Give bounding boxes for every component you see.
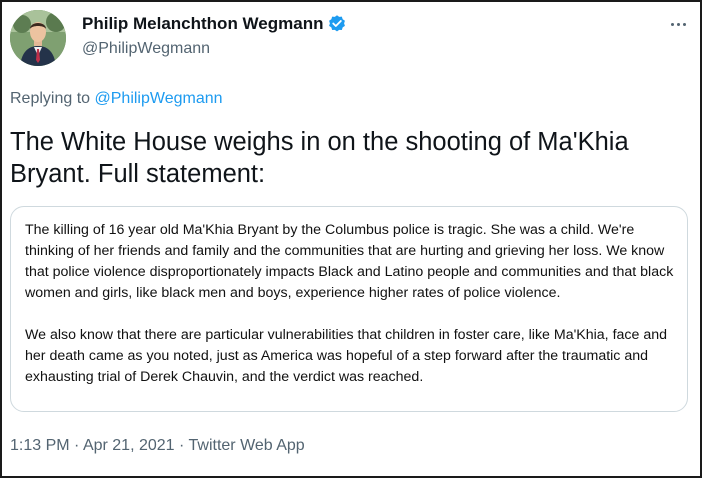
more-dot-icon	[670, 22, 674, 26]
tweet-metadata: 1:13 PM · Apr 21, 2021 · Twitter Web App	[10, 437, 305, 455]
statement-text: The killing of 16 year old Ma'Khia Bryan…	[25, 220, 675, 388]
tweet-text: The White House weighs in on the shootin…	[10, 128, 629, 188]
statement-image[interactable]: The killing of 16 year old Ma'Khia Bryan…	[10, 206, 688, 412]
author-names: Philip Melanchthon Wegmann @PhilipWegman…	[82, 13, 347, 58]
tweet-date: Apr 21, 2021	[82, 437, 175, 454]
replying-to: Replying to @PhilipWegmann	[10, 90, 223, 108]
statement-paragraph: The killing of 16 year old Ma'Khia Bryan…	[25, 222, 674, 301]
replying-to-label: Replying to	[10, 90, 95, 107]
meta-separator: ·	[174, 437, 189, 454]
verified-badge-icon	[327, 14, 347, 34]
meta-separator: ·	[69, 437, 83, 454]
tweet-source[interactable]: Twitter Web App	[189, 437, 305, 454]
reply-target-link[interactable]: @PhilipWegmann	[95, 90, 223, 107]
profile-photo-icon	[10, 10, 66, 66]
avatar[interactable]	[10, 10, 66, 66]
more-dot-icon	[676, 22, 680, 26]
statement-paragraph: We also know that there are particular v…	[25, 327, 667, 385]
tweet-timestamp[interactable]: 1:13 PM · Apr 21, 2021	[10, 437, 175, 454]
tweet-time: 1:13 PM	[10, 437, 70, 454]
author-handle[interactable]: @PhilipWegmann	[82, 40, 347, 58]
author-display-name[interactable]: Philip Melanchthon Wegmann	[82, 14, 323, 34]
more-options-button[interactable]	[664, 14, 692, 34]
tweet-header: Philip Melanchthon Wegmann @PhilipWegman…	[10, 10, 696, 68]
tweet-container: Philip Melanchthon Wegmann @PhilipWegman…	[0, 0, 702, 478]
more-dot-icon	[682, 22, 686, 26]
